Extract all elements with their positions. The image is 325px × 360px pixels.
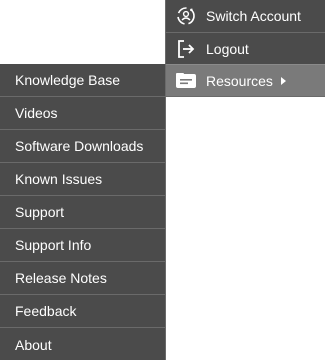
submenu-item-label: Feedback xyxy=(15,303,77,319)
submenu-item-known-issues[interactable]: Known Issues xyxy=(0,163,165,196)
submenu-item-videos[interactable]: Videos xyxy=(0,97,165,130)
submenu-item-label: Software Downloads xyxy=(15,138,144,154)
submenu-item-label: Release Notes xyxy=(15,270,107,286)
switch-account-icon xyxy=(174,4,198,28)
resources-submenu: Knowledge Base Videos Software Downloads… xyxy=(0,64,166,360)
submenu-item-release-notes[interactable]: Release Notes xyxy=(0,262,165,295)
submenu-item-label: Known Issues xyxy=(15,171,103,187)
logout-label: Logout xyxy=(206,40,249,57)
submenu-item-support-info[interactable]: Support Info xyxy=(0,229,165,262)
submenu-item-knowledge-base[interactable]: Knowledge Base xyxy=(0,64,165,97)
submenu-item-label: Support xyxy=(15,204,65,220)
submenu-item-label: Videos xyxy=(15,105,58,121)
account-menu: Switch Account Logout Resources xyxy=(165,0,325,97)
switch-account-label: Switch Account xyxy=(206,8,301,24)
resources-icon xyxy=(174,69,198,93)
switch-account-menu-item[interactable]: Switch Account xyxy=(166,0,325,32)
submenu-item-software-downloads[interactable]: Software Downloads xyxy=(0,130,165,163)
logout-icon xyxy=(174,37,198,61)
submenu-item-about[interactable]: About xyxy=(0,328,165,360)
page: Switch Account Logout Resources Knowledg… xyxy=(0,0,325,360)
resources-menu-item[interactable]: Resources xyxy=(166,64,325,96)
resources-label: Resources xyxy=(206,72,273,89)
logout-menu-item[interactable]: Logout xyxy=(166,32,325,64)
chevron-right-icon xyxy=(280,76,286,85)
submenu-item-feedback[interactable]: Feedback xyxy=(0,295,165,328)
submenu-item-label: About xyxy=(15,336,52,353)
submenu-item-label: Knowledge Base xyxy=(15,72,121,88)
submenu-item-support[interactable]: Support xyxy=(0,196,165,229)
submenu-item-label: Support Info xyxy=(15,237,92,253)
